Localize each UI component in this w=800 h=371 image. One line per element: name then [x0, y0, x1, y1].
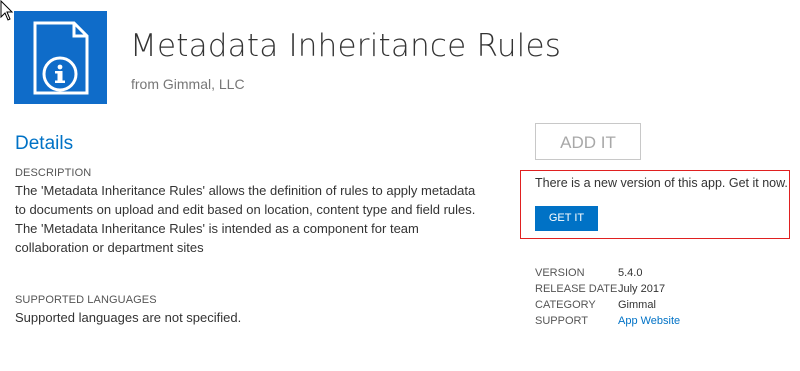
app-metadata-table: VERSION 5.4.0 RELEASE DATE July 2017 CAT… [535, 265, 680, 329]
category-value: Gimmal [618, 299, 656, 311]
app-website-link[interactable]: App Website [618, 315, 680, 327]
release-date-value: July 2017 [618, 283, 666, 295]
metadata-row-support: SUPPORT App Website [535, 313, 680, 329]
document-info-icon [33, 21, 89, 95]
release-date-label: RELEASE DATE [535, 283, 618, 295]
support-label: SUPPORT [535, 315, 588, 327]
update-notice-text: There is a new version of this app. Get … [535, 176, 788, 190]
category-label: CATEGORY [535, 299, 596, 311]
app-publisher: from Gimmal, LLC [131, 76, 245, 92]
app-title: Metadata Inheritance Rules [130, 28, 562, 64]
metadata-row-category: CATEGORY Gimmal [535, 297, 680, 313]
description-label: DESCRIPTION [15, 167, 92, 179]
app-icon [14, 11, 107, 104]
add-it-button[interactable]: ADD IT [535, 123, 641, 160]
get-it-button[interactable]: GET IT [535, 206, 598, 231]
mouse-cursor-icon [0, 0, 14, 21]
details-heading: Details [15, 133, 74, 154]
metadata-row-release-date: RELEASE DATE July 2017 [535, 281, 680, 297]
app-details-page: Metadata Inheritance Rules from Gimmal, … [0, 0, 800, 371]
supported-languages-label: SUPPORTED LANGUAGES [15, 294, 157, 306]
version-value: 5.4.0 [618, 267, 643, 279]
version-label: VERSION [535, 267, 585, 279]
metadata-row-version: VERSION 5.4.0 [535, 265, 680, 281]
supported-languages-text: Supported languages are not specified. [15, 310, 242, 325]
description-text: The 'Metadata Inheritance Rules' allows … [15, 183, 476, 255]
